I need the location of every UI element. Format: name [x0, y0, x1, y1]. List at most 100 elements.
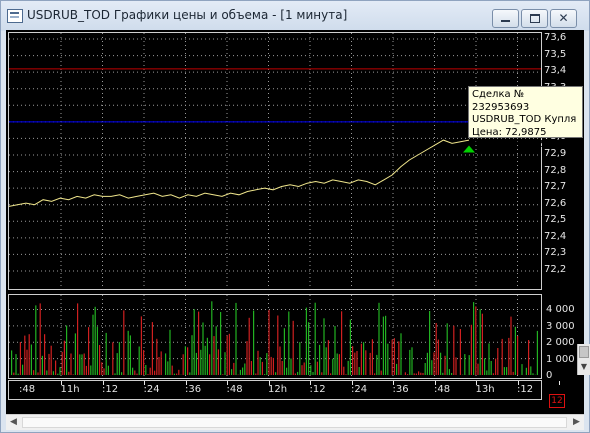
price-tick-label: 73,4: [544, 65, 567, 77]
volume-tick-label: 0: [546, 370, 553, 381]
volume-bar: [107, 365, 109, 375]
volume-bar: [35, 305, 37, 375]
volume-bar: [332, 358, 334, 375]
price-chart[interactable]: [8, 33, 560, 289]
volume-bar: [37, 372, 39, 375]
volume-bar: [182, 354, 184, 375]
volume-bar: [444, 355, 446, 375]
volume-bar: [79, 354, 81, 375]
price-pane[interactable]: [8, 32, 560, 290]
volume-bar: [24, 335, 26, 375]
volume-bar: [380, 370, 382, 375]
volume-bar: [530, 366, 532, 375]
volume-bar: [83, 353, 85, 375]
volume-bar: [233, 362, 235, 375]
volume-bar: [231, 369, 233, 375]
volume-bar: [30, 344, 32, 375]
volume-bar: [371, 339, 373, 375]
volume-bar: [512, 371, 514, 375]
volume-scrollbar[interactable]: ▼: [577, 344, 590, 375]
volume-bar: [189, 372, 191, 375]
volume-bar: [316, 361, 318, 375]
volume-bar: [55, 360, 57, 375]
volume-bar: [369, 352, 371, 375]
volume-bar: [255, 373, 257, 375]
volume-bar: [411, 347, 413, 375]
volume-bar: [343, 366, 345, 375]
volume-bar: [404, 372, 406, 375]
volume-bar: [310, 365, 312, 375]
volume-bar: [176, 373, 178, 375]
volume-bar: [448, 369, 450, 375]
horizontal-scrollbar[interactable]: ◀ ▶: [6, 414, 584, 430]
volume-bar: [266, 353, 268, 375]
volume-bar: [338, 354, 340, 375]
volume-bar: [429, 311, 431, 375]
time-tick-label: :48: [19, 384, 36, 395]
volume-bar: [222, 374, 224, 375]
volume-bar: [81, 354, 83, 375]
volume-bar: [226, 335, 228, 375]
volume-bar: [217, 349, 219, 375]
volume-scroll-thumb[interactable]: [579, 346, 589, 358]
price-line: [8, 139, 470, 207]
volume-bar: [536, 330, 538, 375]
volume-bar: [481, 313, 483, 375]
volume-bar: [165, 353, 167, 375]
volume-bar: [413, 373, 415, 375]
volume-bar: [420, 372, 422, 375]
volume-bar: [239, 369, 241, 375]
minimize-button[interactable]: [492, 9, 519, 28]
volume-bar: [435, 323, 437, 375]
volume-bar: [52, 371, 54, 375]
volume-pane[interactable]: [8, 294, 560, 379]
volume-bar: [356, 351, 358, 375]
volume-bar: [105, 332, 107, 375]
volume-bar: [235, 302, 237, 375]
volume-bar: [484, 358, 486, 375]
volume-bar: [94, 306, 96, 375]
maximize-button[interactable]: [521, 9, 548, 28]
tooltip-instrument: USDRUB_TOD Купля: [472, 114, 577, 125]
volume-bar: [50, 345, 52, 375]
volume-bar: [314, 302, 316, 375]
volume-bar: [167, 361, 169, 375]
volume-chart[interactable]: [9, 295, 560, 378]
chevron-down-icon[interactable]: ▼: [579, 361, 589, 373]
volume-bar: [479, 309, 481, 375]
scroll-track[interactable]: [22, 417, 567, 428]
volume-bar: [268, 309, 270, 375]
volume-bar: [145, 365, 147, 375]
volume-bar: [325, 347, 327, 375]
scroll-left-icon[interactable]: ◀: [6, 415, 21, 430]
volume-bar: [41, 355, 43, 375]
chart-area[interactable]: 73,673,573,473,373,273,173,072,972,872,7…: [6, 30, 590, 414]
volume-bar: [312, 372, 314, 375]
volume-bar: [517, 335, 519, 375]
volume-bar: [495, 358, 497, 375]
scroll-right-icon[interactable]: ▶: [569, 415, 584, 430]
volume-bar: [118, 342, 120, 375]
price-tick-label: 73,5: [544, 48, 567, 60]
volume-bar: [209, 354, 211, 375]
volume-bar: [143, 350, 145, 375]
volume-bar: [290, 358, 292, 375]
close-button[interactable]: ✕: [550, 9, 577, 28]
volume-bar: [308, 322, 310, 375]
volume-bar: [468, 355, 470, 375]
volume-bar: [510, 316, 512, 375]
volume-bar: [503, 367, 505, 375]
volume-bar: [213, 336, 215, 375]
volume-bar: [195, 352, 197, 375]
title-bar[interactable]: USDRUB_TOD Графики цены и объема - [1 ми…: [1, 1, 589, 31]
volume-tick-label: 4 000: [546, 304, 575, 316]
volume-bar: [74, 333, 76, 375]
volume-bar: [200, 349, 202, 375]
volume-bar: [206, 337, 208, 375]
volume-bar: [48, 353, 50, 375]
volume-bar: [272, 357, 274, 375]
volume-bar: [426, 352, 428, 375]
volume-bar: [492, 373, 494, 375]
volume-bar: [506, 367, 508, 375]
volume-bar: [354, 352, 356, 375]
